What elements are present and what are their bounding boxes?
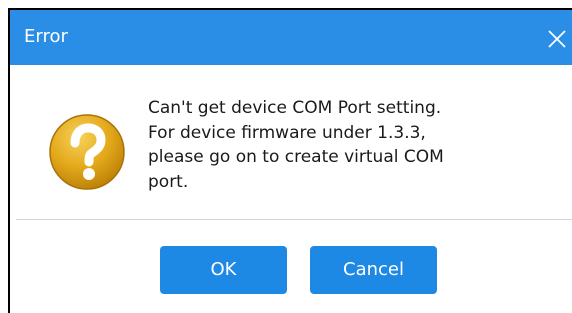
cancel-button[interactable]: Cancel (310, 246, 437, 294)
close-icon (548, 30, 566, 48)
divider (16, 219, 572, 220)
ok-button[interactable]: OK (160, 246, 287, 294)
dialog-title: Error (24, 26, 68, 47)
question-icon (48, 113, 126, 191)
error-dialog: Error Can't get device COM Port setting.… (8, 8, 572, 313)
error-message: Can't get device COM Port setting. For d… (148, 98, 444, 192)
title-bar: Error (10, 10, 572, 65)
close-button[interactable] (544, 18, 572, 56)
